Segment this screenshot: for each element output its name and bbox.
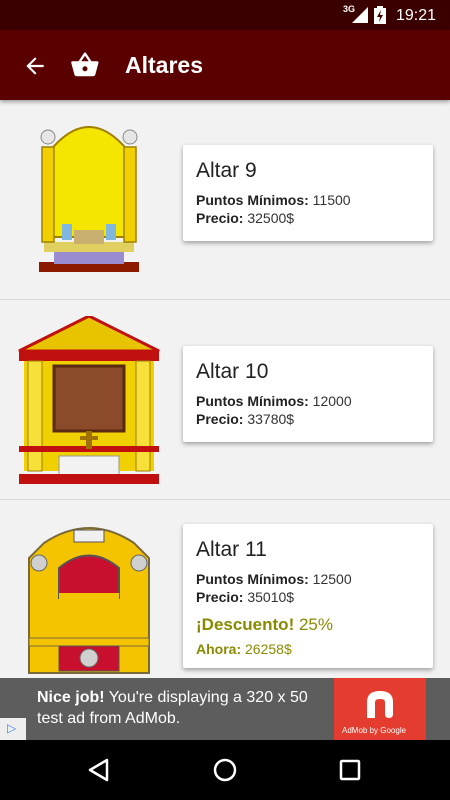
altar-10-image	[18, 316, 160, 484]
ad-headline: Nice job!	[37, 689, 105, 706]
admob-logo[interactable]: AdMob by Google	[334, 678, 426, 740]
admob-icon	[367, 691, 393, 718]
discount: ¡Descuento! 25%	[196, 615, 420, 635]
min-points-value: 12500	[312, 571, 352, 587]
battery-icon	[374, 6, 386, 24]
price-label: Precio:	[196, 210, 244, 226]
ad-text[interactable]: Nice job! You're displaying a 320 x 50 t…	[37, 687, 332, 729]
status-bar: 3G 19:21	[0, 0, 450, 30]
price-value: 32500$	[247, 210, 295, 226]
arrow-back-icon[interactable]	[22, 53, 48, 79]
min-points-label: Puntos Mínimos:	[196, 192, 309, 208]
price-label: Precio:	[196, 589, 244, 605]
min-points: Puntos Mínimos: 12500	[196, 570, 420, 588]
min-points: Puntos Mínimos: 11500	[196, 191, 420, 209]
discounted-price-label: Ahora:	[196, 641, 242, 657]
admob-brand: AdMob by Google	[342, 726, 407, 735]
navigation-bar	[0, 740, 450, 800]
list-item[interactable]: Altar 9 Puntos Mínimos: 11500 Precio: 32…	[0, 100, 450, 300]
altar-name: Altar 11	[196, 538, 267, 561]
price: Precio: 33780$	[196, 410, 420, 428]
price-value: 33780$	[247, 411, 295, 427]
home-nav-icon[interactable]	[211, 756, 239, 784]
altar-card[interactable]: Altar 10 Puntos Mínimos: 12000 Precio: 3…	[183, 346, 433, 442]
signal-icon	[352, 7, 368, 23]
ad-choices-badge[interactable]: ▷	[0, 718, 26, 740]
discount-value: 25%	[298, 615, 333, 634]
ad-spacer	[426, 678, 450, 740]
min-points-label: Puntos Mínimos:	[196, 571, 309, 587]
altar-11-image	[28, 527, 150, 674]
discount-label: ¡Descuento!	[196, 615, 295, 634]
altar-card[interactable]: Altar 9 Puntos Mínimos: 11500 Precio: 32…	[183, 145, 433, 241]
page-title: Altares	[125, 52, 203, 78]
recents-nav-icon[interactable]	[336, 756, 364, 784]
basket-icon[interactable]	[70, 50, 100, 80]
app-bar: Altares	[0, 30, 450, 100]
min-points-value: 11500	[312, 192, 351, 208]
discounted-price: Ahora: 26258$	[196, 641, 420, 657]
clock: 19:21	[396, 7, 437, 24]
altar-list[interactable]: Altar 9 Puntos Mínimos: 11500 Precio: 32…	[0, 100, 450, 678]
price-value: 35010$	[247, 589, 295, 605]
altar-name: Altar 9	[196, 159, 257, 182]
ad-banner[interactable]: ▷ Nice job! You're displaying a 320 x 50…	[0, 678, 450, 740]
min-points-value: 12000	[312, 393, 352, 409]
price: Precio: 32500$	[196, 209, 420, 227]
discounted-price-value: 26258$	[245, 641, 292, 657]
altar-card[interactable]: Altar 11 Puntos Mínimos: 12500 Precio: 3…	[183, 524, 433, 668]
list-item[interactable]: Altar 10 Puntos Mínimos: 12000 Precio: 3…	[0, 300, 450, 500]
altar-name: Altar 10	[196, 360, 269, 383]
price: Precio: 35010$	[196, 588, 420, 606]
price-label: Precio:	[196, 411, 244, 427]
min-points-label: Puntos Mínimos:	[196, 393, 309, 409]
list-item[interactable]: Altar 11 Puntos Mínimos: 12500 Precio: 3…	[0, 500, 450, 678]
min-points: Puntos Mínimos: 12000	[196, 392, 420, 410]
back-nav-icon[interactable]	[85, 756, 113, 784]
ad-choices-icon: ▷	[7, 721, 17, 735]
altar-9-image	[39, 126, 139, 272]
